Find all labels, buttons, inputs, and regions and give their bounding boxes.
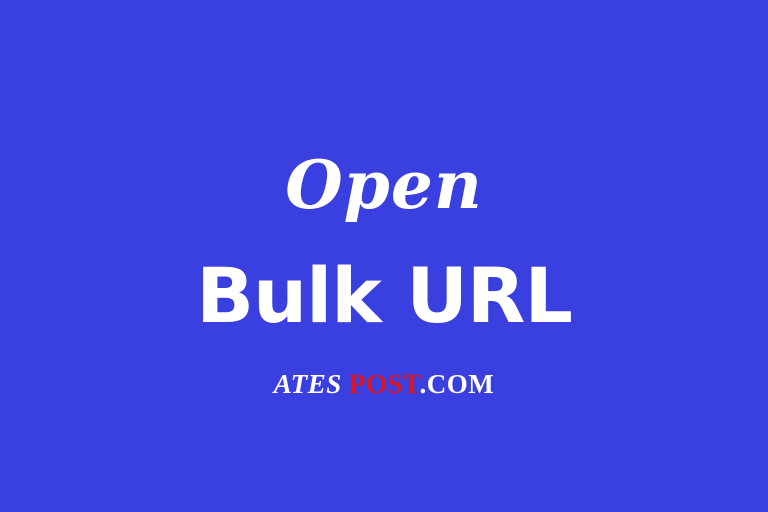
banner-canvas: Open Bulk URL ATES POST.COM xyxy=(0,0,768,512)
brand-part-ates: ATES xyxy=(273,369,350,399)
brand-part-com: .COM xyxy=(419,369,495,399)
headline-title: Bulk URL xyxy=(196,251,573,340)
brand-part-post: POST xyxy=(349,369,420,399)
headline-open: Open xyxy=(285,146,483,224)
brand-watermark: ATES POST.COM xyxy=(0,364,768,404)
